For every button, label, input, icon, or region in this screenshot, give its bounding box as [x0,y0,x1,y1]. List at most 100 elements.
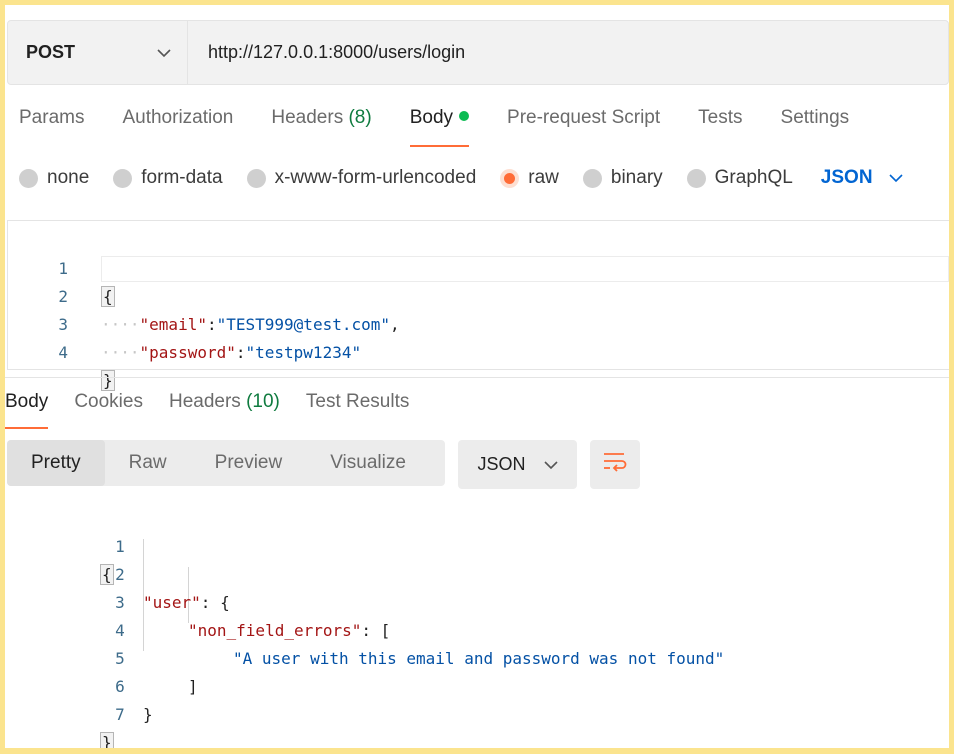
code-line: 4 } [8,311,115,391]
headers-count: (8) [348,107,372,128]
active-dot-icon [459,111,470,121]
response-tabs: Body Cookies Headers (10) Test Results [5,389,435,429]
code-line: 7 } [7,673,125,748]
code-line: 5 ] [7,617,197,696]
json-value: "testpw1234" [245,343,362,362]
response-body-viewer: 1 { 2 "user": { 3 "non_field_errors": [ … [7,505,949,748]
view-pretty-button[interactable]: Pretty [7,440,105,486]
response-tab-test-results[interactable]: Test Results [306,389,409,429]
radio-form-data[interactable]: form-data [113,167,223,189]
method-select[interactable]: POST [8,21,188,84]
body-type-radios: none form-data x-www-form-urlencoded raw… [19,163,903,193]
error-message: "A user with this email and password was… [233,649,725,668]
tab-label: Authorization [122,107,234,128]
method-label: POST [26,42,76,62]
tab-params[interactable]: Params [19,103,84,147]
response-format-select[interactable]: JSON [458,440,577,489]
radio-circle-icon [113,168,133,188]
close-brace: } [101,370,115,391]
radio-label: GraphQL [714,167,793,188]
active-line-highlight [101,256,949,282]
json-key: "email" [139,315,207,334]
tab-label: Test Results [305,391,410,412]
radio-circle-icon [686,168,706,188]
code-line: 2 "user": { [7,533,230,612]
json-key: "password" [139,343,236,362]
line-number: 1 [115,537,125,556]
request-body-editor[interactable]: 1 { 2 ····"email":"TEST999@test.com", 3 … [7,220,949,391]
radio-label: form-data [141,167,223,188]
tab-label: Body [409,107,454,128]
postman-window: POST http://127.0.0.1:8000/users/login P… [5,5,949,748]
line-number: 7 [115,705,125,724]
code-line: 2 ····"email":"TEST999@test.com", [8,255,399,334]
tab-tests[interactable]: Tests [698,103,742,147]
close-bracket: ] [188,677,198,696]
wrap-lines-button[interactable] [590,440,640,489]
body-language-select[interactable]: JSON [821,167,873,189]
chevron-down-icon [543,457,558,473]
radio-label: raw [528,167,559,188]
colon: : [206,315,217,334]
whitespace-dots: ···· [101,315,140,334]
line-number: 4 [58,343,68,362]
line-number: 5 [115,649,125,668]
line-number: 6 [115,677,125,696]
view-preview-button[interactable]: Preview [191,440,307,486]
separator: : [ [361,621,391,640]
tab-label: Body [5,391,49,412]
line-number: 3 [115,593,125,612]
radio-circle-icon [582,168,602,188]
radio-urlencoded[interactable]: x-www-form-urlencoded [246,167,477,189]
radio-selected-icon [500,168,520,188]
radio-graphql[interactable]: GraphQL [686,167,793,189]
radio-circle-icon [19,168,38,188]
response-tab-cookies[interactable]: Cookies [74,389,143,429]
response-divider [5,377,949,378]
view-raw-button[interactable]: Raw [105,440,191,486]
chevron-down-icon[interactable] [888,170,903,186]
line-number: 4 [115,621,125,640]
json-key: "user" [143,593,201,612]
line-number: 2 [115,565,125,584]
close-brace: } [100,732,114,748]
wrap-lines-icon [602,451,628,478]
tab-label: Cookies [74,391,143,412]
radio-circle-icon [246,168,266,188]
tab-label: Settings [780,107,850,128]
radio-raw[interactable]: raw [500,167,559,189]
code-line: 3 ····"password":"testpw1234" [8,283,361,362]
tab-body[interactable]: Body [409,103,470,147]
radio-label: binary [610,167,663,188]
request-tabs: Params Authorization Headers (8) Body Pr… [19,103,887,147]
comma: , [390,315,400,334]
tab-label: Pre-request Script [507,107,661,128]
tab-authorization[interactable]: Authorization [122,103,233,147]
radio-none[interactable]: none [19,167,89,189]
url-input[interactable]: http://127.0.0.1:8000/users/login [208,21,465,84]
code-line: 6 } [7,645,152,724]
separator: : { [200,593,230,612]
view-visualize-button[interactable]: Visualize [306,440,430,486]
json-key: "non_field_errors" [188,621,362,640]
response-tab-headers[interactable]: Headers (10) [169,389,280,429]
chevron-down-icon [157,45,171,61]
radio-label: x-www-form-urlencoded [274,167,477,188]
view-mode-group: Pretty Raw Preview Visualize [7,440,445,486]
whitespace-dots: ···· [101,343,140,362]
tab-headers[interactable]: Headers (8) [271,103,371,147]
tab-pre-request-script[interactable]: Pre-request Script [507,103,660,147]
inner-close-brace: } [143,705,153,724]
code-line: 1 { [8,227,115,307]
json-value: "TEST999@test.com" [216,315,390,334]
tab-label: Params [19,107,85,128]
tab-label: Headers [168,391,241,412]
radio-label: none [47,167,90,188]
response-tab-body[interactable]: Body [5,389,49,429]
colon: : [235,343,246,362]
tab-label: Tests [698,107,743,128]
tab-settings[interactable]: Settings [781,103,850,147]
radio-binary[interactable]: binary [582,167,663,189]
headers-count: (10) [246,391,280,412]
tab-label: Headers [271,107,344,128]
